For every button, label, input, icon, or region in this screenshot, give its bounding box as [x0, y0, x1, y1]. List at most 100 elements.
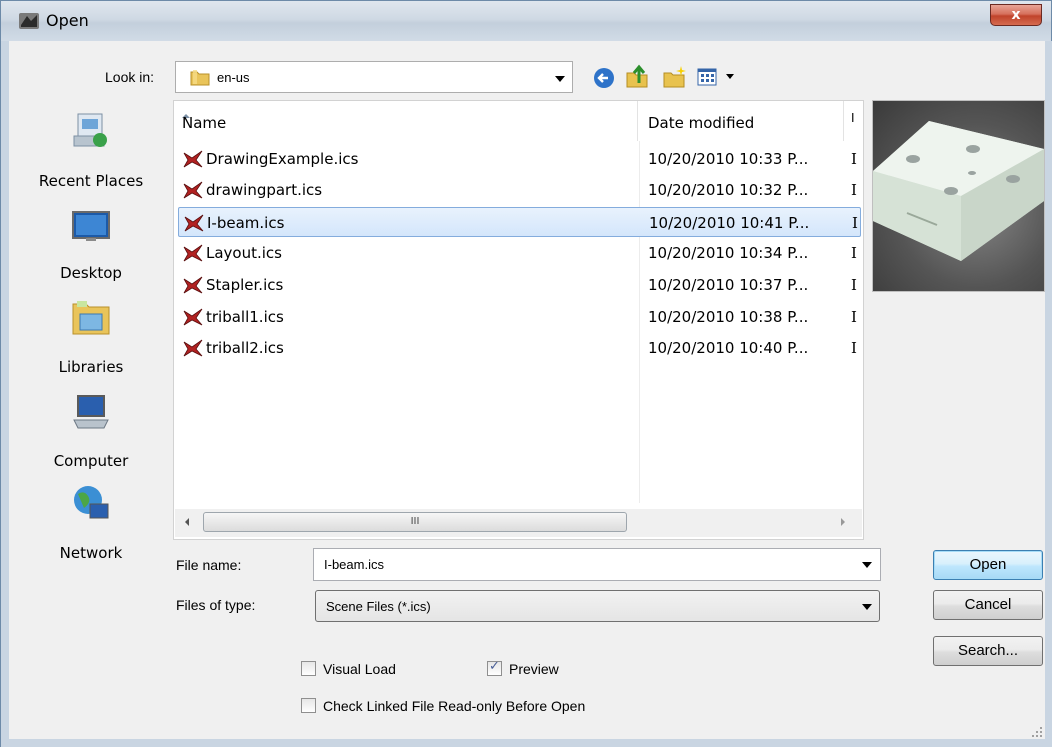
file-name-label: File name:: [176, 557, 242, 573]
back-icon[interactable]: [591, 65, 617, 91]
file-name: Layout.ics: [206, 244, 282, 262]
ics-file-icon: [183, 181, 203, 199]
place-label: Network: [59, 544, 123, 562]
preview-label: Preview: [509, 661, 559, 677]
place-computer[interactable]: Computer: [18, 390, 164, 480]
app-icon: [19, 13, 39, 29]
column-name-label: Name: [182, 114, 227, 132]
ics-file-icon: [183, 244, 203, 262]
file-row-selected[interactable]: I-beam.ics 10/20/2010 10:41 P... I: [178, 207, 861, 237]
look-in-label: Look in:: [105, 69, 155, 85]
file-type-truncated: I: [851, 276, 857, 294]
file-name: triball1.ics: [206, 308, 284, 326]
window-frame-left: [1, 41, 9, 747]
column-header: Name Date modified I: [174, 101, 863, 141]
preview-checkbox[interactable]: ✓: [487, 659, 502, 676]
file-name: DrawingExample.ics: [206, 150, 359, 168]
open-button[interactable]: Open: [933, 550, 1043, 580]
visual-load-label: Visual Load: [323, 661, 396, 677]
check-linked-file-checkbox[interactable]: [301, 698, 316, 713]
file-type-truncated: I: [851, 181, 857, 199]
column-header-date-modified[interactable]: Date modified: [639, 101, 844, 141]
horizontal-scrollbar[interactable]: III: [175, 509, 862, 537]
file-type-truncated: I: [851, 150, 857, 168]
column-date-label: Date modified: [648, 114, 755, 132]
ics-file-icon: [184, 214, 204, 232]
preview-pane: [872, 100, 1045, 292]
place-label: Libraries: [58, 358, 124, 376]
file-name: triball2.ics: [206, 339, 284, 357]
network-icon: [74, 486, 109, 519]
ics-file-icon: [183, 150, 203, 168]
column-type-label: I: [851, 111, 855, 125]
search-button[interactable]: Search...: [933, 636, 1043, 666]
file-row[interactable]: drawingpart.ics 10/20/2010 10:32 P... I: [178, 175, 861, 205]
view-dropdown-arrow-icon[interactable]: [726, 74, 734, 79]
column-header-name[interactable]: Name: [174, 101, 638, 141]
place-label: Recent Places: [38, 172, 144, 190]
scrollbar-grip-label: III: [410, 516, 420, 527]
desktop-icon: [72, 211, 110, 241]
view-menu-icon[interactable]: [697, 65, 719, 91]
window-frame-right: [1045, 41, 1052, 747]
ics-file-icon: [183, 339, 203, 357]
title-bar[interactable]: Open x: [1, 1, 1051, 41]
file-date: 10/20/2010 10:34 P...: [648, 244, 809, 262]
file-date: 10/20/2010 10:38 P...: [648, 308, 809, 326]
file-type-value: Scene Files (*.ics): [326, 599, 431, 614]
file-date: 10/20/2010 10:33 P...: [648, 150, 809, 168]
file-row[interactable]: Stapler.ics 10/20/2010 10:37 P... I: [178, 270, 861, 300]
file-row[interactable]: triball2.ics 10/20/2010 10:40 P... I: [178, 333, 861, 363]
file-type-truncated: I: [851, 244, 857, 262]
file-row[interactable]: DrawingExample.ics 10/20/2010 10:33 P...…: [178, 144, 861, 174]
check-linked-file-label: Check Linked File Read-only Before Open: [323, 698, 586, 714]
chevron-down-icon[interactable]: [862, 562, 872, 568]
cancel-button[interactable]: Cancel: [933, 590, 1043, 620]
close-button[interactable]: x: [990, 4, 1042, 26]
place-libraries[interactable]: Libraries: [18, 296, 164, 386]
file-name: drawingpart.ics: [206, 181, 323, 199]
file-name-input[interactable]: I-beam.ics: [313, 548, 881, 581]
file-date: 10/20/2010 10:40 P...: [648, 339, 809, 357]
file-name: Stapler.ics: [206, 276, 284, 294]
checkmark-icon: ✓: [489, 659, 500, 674]
libraries-icon: [72, 301, 110, 335]
column-header-type[interactable]: I: [845, 101, 863, 141]
file-name: I-beam.ics: [207, 214, 285, 232]
scroll-right-arrow-icon[interactable]: [841, 518, 845, 526]
scroll-left-arrow-icon[interactable]: [185, 518, 189, 526]
file-name-value: I-beam.ics: [324, 557, 384, 572]
chevron-down-icon[interactable]: [862, 604, 872, 610]
ics-file-icon: [183, 276, 203, 294]
file-type-truncated: I: [852, 214, 858, 232]
up-folder-icon[interactable]: [624, 63, 650, 89]
place-recent-places[interactable]: Recent Places: [18, 110, 164, 200]
chevron-down-icon[interactable]: [555, 76, 565, 82]
file-date: 10/20/2010 10:37 P...: [648, 276, 809, 294]
new-folder-icon[interactable]: [662, 64, 688, 90]
file-type-truncated: I: [851, 308, 857, 326]
file-type-label: Files of type:: [176, 597, 256, 613]
place-desktop[interactable]: Desktop: [18, 204, 164, 294]
open-dialog: Open x Look in: en-us Recent Places Desk…: [0, 0, 1052, 747]
window-frame-bottom: [1, 739, 1052, 747]
file-type-truncated: I: [851, 339, 857, 357]
close-icon: x: [1011, 7, 1021, 23]
file-type-select[interactable]: Scene Files (*.ics): [315, 590, 880, 622]
file-row[interactable]: triball1.ics 10/20/2010 10:38 P... I: [178, 302, 861, 332]
file-row[interactable]: Layout.ics 10/20/2010 10:34 P... I: [178, 238, 861, 268]
visual-load-checkbox[interactable]: [301, 661, 316, 676]
part-preview-image: [873, 121, 1044, 261]
places-bar: Recent Places Desktop Libraries Computer…: [18, 100, 164, 580]
scrollbar-thumb[interactable]: III: [203, 512, 627, 532]
folder-icon: [190, 70, 210, 86]
computer-icon: [73, 395, 109, 429]
place-label: Desktop: [60, 264, 122, 282]
place-label: Computer: [53, 452, 129, 470]
resize-grip-icon[interactable]: [1031, 726, 1043, 738]
look-in-value: en-us: [217, 70, 250, 85]
file-list[interactable]: Name Date modified I DrawingExample.ics …: [173, 100, 864, 540]
ics-file-icon: [183, 308, 203, 326]
place-network[interactable]: Network: [18, 482, 164, 572]
look-in-combo[interactable]: en-us: [175, 61, 573, 93]
